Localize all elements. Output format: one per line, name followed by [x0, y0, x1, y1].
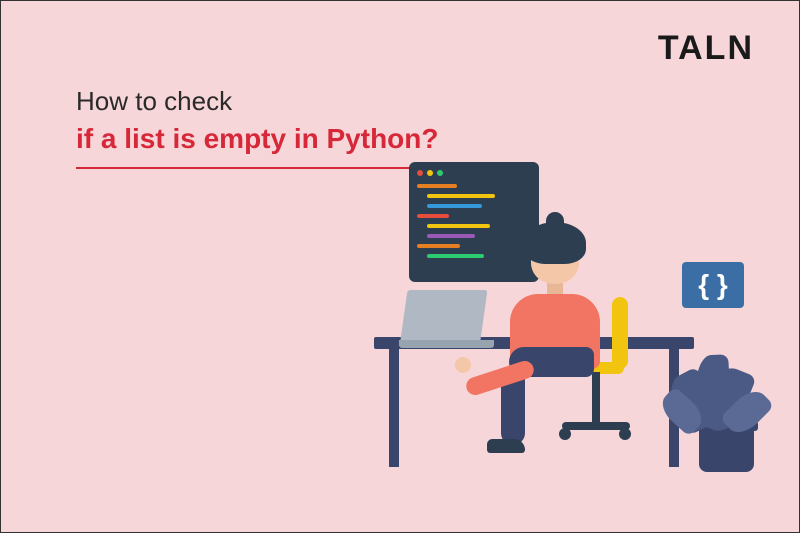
desk-leg [389, 347, 399, 467]
code-line [427, 254, 484, 258]
brand-logo: TALN [658, 29, 754, 68]
arm [464, 359, 536, 398]
code-line [427, 234, 475, 238]
maximize-dot-icon [437, 170, 443, 176]
chair-wheel [619, 428, 631, 440]
chair-back [612, 297, 628, 369]
chair-pole [592, 372, 600, 427]
heading-intro: How to check [76, 86, 439, 117]
code-line [427, 224, 490, 228]
code-line [427, 204, 482, 208]
foot [487, 439, 525, 453]
plant-pot [699, 427, 754, 472]
code-line [417, 214, 449, 218]
code-editor-window [409, 162, 539, 282]
close-dot-icon [417, 170, 423, 176]
laptop-icon [404, 290, 494, 348]
minimize-dot-icon [427, 170, 433, 176]
article-heading: How to check if a list is empty in Pytho… [76, 86, 439, 169]
illustration-scene: { } [374, 162, 744, 502]
code-line [417, 184, 457, 188]
chair-wheel [559, 428, 571, 440]
hand [455, 357, 471, 373]
curly-braces-icon: { } [682, 262, 744, 308]
code-line [417, 244, 460, 248]
code-line [427, 194, 495, 198]
window-controls [417, 170, 531, 176]
hair [524, 222, 586, 264]
